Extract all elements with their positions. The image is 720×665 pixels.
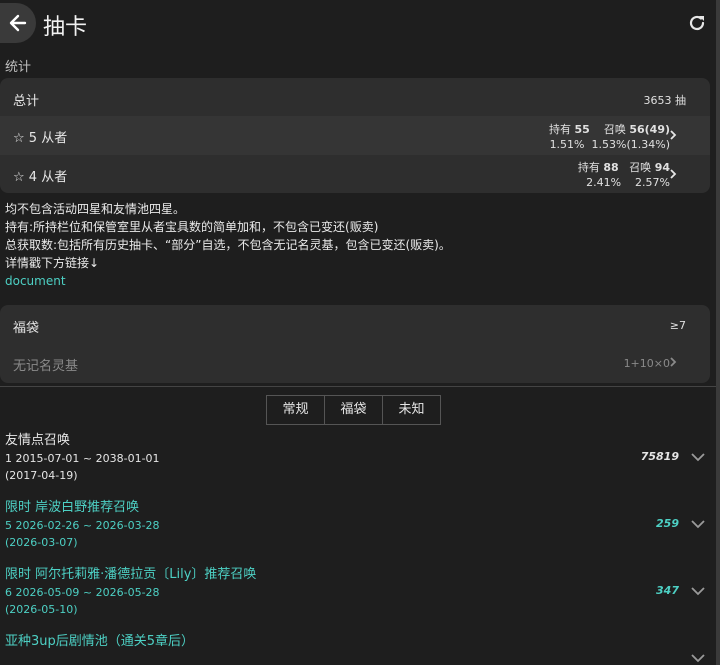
summon-label: 召唤 — [629, 161, 652, 174]
note-line: 均不包含活动四星和友情池四星。 — [5, 202, 186, 216]
lucky-bag-label: 福袋 — [13, 321, 40, 336]
chevron-right-icon — [670, 169, 677, 179]
saint-quartz-label: 无记名灵基 — [13, 359, 79, 374]
own-value: 88 — [603, 161, 619, 174]
chevron-down-icon[interactable] — [691, 586, 705, 596]
pool-period: 6 2026-05-09 ~ 2026-05-28 — [5, 586, 160, 599]
note-line: 详情戳下方链接↓ — [5, 256, 100, 270]
divider — [0, 386, 716, 387]
scrollbar[interactable] — [716, 0, 720, 665]
tab-regular[interactable]: 常规 — [267, 396, 325, 424]
four-star-stats: 持有 88 召唤 94 2.41% 2.57% — [578, 160, 670, 190]
pool-date: (2017-04-19) — [5, 469, 78, 482]
pool-type-tabs: 常规 福袋 未知 — [266, 395, 441, 425]
chevron-down-icon[interactable] — [691, 653, 705, 663]
note-line: 持有:所持栏位和保管室里从者宝具数的简单加和，不包含已变还(贩卖) — [5, 220, 379, 234]
saint-quartz-value: 1+10×0 — [623, 357, 670, 370]
notes: 均不包含活动四星和友情池四星。 持有:所持栏位和保管室里从者宝具数的简单加和，不… — [5, 200, 451, 290]
stats-card: 总计 3653 抽 ☆ 5 从者 持有 55 召唤 56(49) 1.51% 1… — [0, 78, 710, 193]
lucky-bag-row: 福袋 ≥7 — [0, 305, 710, 343]
back-button[interactable] — [0, 3, 36, 43]
page-title: 抽卡 — [43, 15, 88, 40]
own-pct: 2.41% — [586, 176, 622, 189]
four-star-row[interactable]: ☆ 4 从者 持有 88 召唤 94 2.41% 2.57% — [0, 155, 710, 193]
own-label: 持有 — [577, 161, 600, 174]
pool-period: 5 2026-02-26 ~ 2026-03-28 — [5, 519, 160, 532]
note-line: 总获取数:包括所有历史抽卡、“部分”自选，不包含无记名灵基，包含已变还(贩卖)。 — [5, 238, 451, 252]
five-star-label: ☆ 5 从者 — [13, 131, 68, 146]
refresh-icon[interactable] — [686, 12, 708, 34]
own-pct: 1.51% — [549, 138, 585, 151]
own-value: 55 — [574, 123, 590, 136]
app-bar: 抽卡 — [0, 0, 720, 48]
own-label: 持有 — [549, 123, 572, 136]
pool-title: 限时 岸波白野推荐召唤 — [5, 500, 140, 515]
chevron-down-icon[interactable] — [691, 519, 705, 529]
stats-section-label: 统计 — [5, 60, 32, 75]
pool-item[interactable]: 亚种3up后剧情池（通关5章后） — [5, 633, 705, 663]
pool-period: 1 2015-07-01 ~ 2038-01-01 — [5, 452, 160, 465]
total-label: 总计 — [13, 94, 40, 109]
chevron-right-icon — [670, 357, 677, 367]
pool-item[interactable]: 友情点召唤 1 2015-07-01 ~ 2038-01-01 (2017-04… — [5, 432, 705, 484]
four-star-label: ☆ 4 从者 — [13, 170, 68, 185]
pool-title: 限时 阿尔托莉雅·潘德拉贡〔Lily〕推荐召唤 — [5, 567, 257, 582]
summon-pct: 1.53%(1.34%) — [591, 138, 670, 151]
lucky-bag-value: ≥7 — [669, 319, 686, 332]
five-star-stats: 持有 55 召唤 56(49) 1.51% 1.53%(1.34%) — [549, 122, 670, 152]
document-link[interactable]: document — [5, 272, 451, 290]
lucky-bag-card: 福袋 ≥7 无记名灵基 1+10×0 — [0, 305, 710, 383]
total-row: 总计 3653 抽 — [0, 78, 710, 116]
summon-value: 56(49) — [629, 123, 670, 136]
saint-quartz-row[interactable]: 无记名灵基 1+10×0 — [0, 343, 710, 383]
pool-count: 347 — [656, 584, 679, 597]
arrow-left-icon — [9, 14, 27, 32]
pool-item[interactable]: 限时 阿尔托莉雅·潘德拉贡〔Lily〕推荐召唤 6 2026-05-09 ~ 2… — [5, 566, 705, 618]
pool-title: 亚种3up后剧情池（通关5章后） — [5, 634, 195, 649]
tab-lucky-bag[interactable]: 福袋 — [325, 396, 383, 424]
pool-count: 75819 — [640, 450, 679, 463]
pool-item[interactable]: 限时 岸波白野推荐召唤 5 2026-02-26 ~ 2026-03-28 (2… — [5, 499, 705, 551]
pool-date: (2026-03-07) — [5, 536, 78, 549]
summon-label: 召唤 — [603, 123, 626, 136]
summon-pct: 2.57% — [635, 176, 670, 189]
pool-title: 友情点召唤 — [5, 433, 71, 448]
pool-count: 259 — [656, 517, 679, 530]
total-value: 3653 抽 — [643, 94, 687, 107]
chevron-right-icon — [670, 130, 677, 140]
chevron-down-icon[interactable] — [691, 452, 705, 462]
five-star-row[interactable]: ☆ 5 从者 持有 55 召唤 56(49) 1.51% 1.53%(1.34%… — [0, 116, 710, 155]
tab-unknown[interactable]: 未知 — [383, 396, 440, 424]
pool-date: (2026-05-10) — [5, 603, 78, 616]
